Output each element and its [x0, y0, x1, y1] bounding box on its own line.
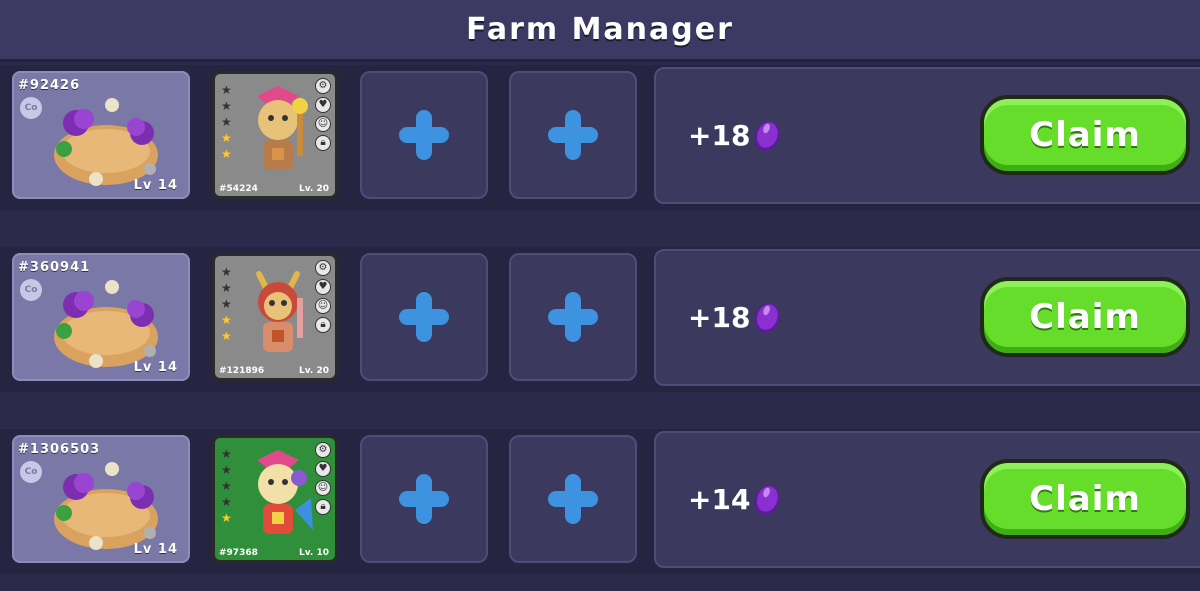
- empty-slot-button[interactable]: [360, 253, 488, 381]
- star-icon: ★: [221, 115, 232, 129]
- land-id: #92426: [18, 78, 81, 93]
- land-id: #1306503: [18, 442, 101, 457]
- settings-icon[interactable]: ⚙: [315, 260, 331, 276]
- settings-icon[interactable]: ⚙: [315, 442, 331, 458]
- pet-card[interactable]: ★ ★ ★ ★ ★ ⚙ ♥ ☺ 🔒︎ #54224 Lv. 20: [212, 71, 338, 199]
- pet-level: Lv. 20: [299, 184, 329, 194]
- claim-button[interactable]: Claim: [980, 277, 1190, 357]
- header-bar: Farm Manager: [0, 0, 1200, 62]
- star-icon: ★: [221, 479, 232, 493]
- star-icon: ★: [221, 297, 232, 311]
- star-icon: ★: [221, 463, 232, 477]
- reward-panel: +14 Claim: [654, 431, 1200, 568]
- purple-gem-icon: [754, 121, 780, 151]
- star-icon: ★: [221, 511, 232, 525]
- land-card[interactable]: #1306503 Co Lv 14: [12, 435, 190, 563]
- heart-icon: ♥: [315, 279, 331, 295]
- land-id: #360941: [18, 260, 91, 275]
- land-level: Lv 14: [133, 360, 178, 375]
- pet-image: [257, 450, 313, 534]
- plus-icon: [548, 292, 598, 342]
- settings-icon[interactable]: ⚙: [315, 78, 331, 94]
- farm-rows: #92426 Co Lv 14 ★ ★ ★ ★ ★ ⚙ ♥ ☺ 🔒︎ #5422…: [0, 65, 1200, 591]
- reward-panel: +18 Claim: [654, 249, 1200, 386]
- reward-panel: +18 Claim: [654, 67, 1200, 204]
- land-card[interactable]: #360941 Co Lv 14: [12, 253, 190, 381]
- reward-amount: +18: [688, 119, 751, 152]
- land-card[interactable]: #92426 Co Lv 14: [12, 71, 190, 199]
- star-icon: ★: [221, 99, 232, 113]
- star-icon: ★: [221, 131, 232, 145]
- star-icon: ★: [221, 265, 232, 279]
- farm-row: #1306503 Co Lv 14 ★ ★ ★ ★ ★ ⚙ ♥ ☺ 🔒︎ #97…: [0, 429, 1200, 574]
- star-icon: ★: [221, 281, 232, 295]
- pet-level: Lv. 10: [299, 548, 329, 558]
- star-icon: ★: [221, 329, 232, 343]
- pet-id: #121896: [219, 366, 265, 376]
- land-type-badge: Co: [20, 279, 42, 301]
- purple-gem-icon: [754, 303, 780, 333]
- plus-icon: [399, 110, 449, 160]
- heart-icon: ♥: [315, 461, 331, 477]
- land-level: Lv 14: [133, 178, 178, 193]
- plus-icon: [548, 110, 598, 160]
- pet-image: [257, 86, 308, 170]
- star-icon: ★: [221, 313, 232, 327]
- star-icon: ★: [221, 147, 232, 161]
- land-level: Lv 14: [133, 542, 178, 557]
- pet-side-icons: ⚙ ♥ ☺ 🔒︎: [315, 260, 331, 333]
- reward-amount: +18: [688, 301, 751, 334]
- purple-gem-icon: [754, 485, 780, 515]
- star-icon: ★: [221, 447, 232, 461]
- farm-row: #92426 Co Lv 14 ★ ★ ★ ★ ★ ⚙ ♥ ☺ 🔒︎ #5422…: [0, 65, 1200, 210]
- pet-card[interactable]: ★ ★ ★ ★ ★ ⚙ ♥ ☺ 🔒︎ #97368 Lv. 10: [212, 435, 338, 563]
- lock-icon: 🔒︎: [315, 499, 331, 515]
- mood-icon: ☺: [315, 480, 331, 496]
- mood-icon: ☺: [315, 298, 331, 314]
- reward-amount: +14: [688, 483, 751, 516]
- empty-slot-button[interactable]: [509, 435, 637, 563]
- pet-side-icons: ⚙ ♥ ☺ 🔒︎: [315, 78, 331, 151]
- land-type-badge: Co: [20, 461, 42, 483]
- star-icon: ★: [221, 83, 232, 97]
- empty-slot-button[interactable]: [509, 71, 637, 199]
- plus-icon: [399, 474, 449, 524]
- pet-stars: ★ ★ ★ ★ ★: [221, 448, 232, 525]
- star-icon: ★: [221, 495, 232, 509]
- pet-stars: ★ ★ ★ ★ ★: [221, 84, 232, 161]
- lock-icon: 🔒︎: [315, 317, 331, 333]
- pet-image: [256, 271, 303, 352]
- pet-level: Lv. 20: [299, 366, 329, 376]
- claim-button[interactable]: Claim: [980, 95, 1190, 175]
- lock-icon: 🔒︎: [315, 135, 331, 151]
- land-type-badge: Co: [20, 97, 42, 119]
- heart-icon: ♥: [315, 97, 331, 113]
- empty-slot-button[interactable]: [360, 71, 488, 199]
- pet-card[interactable]: ★ ★ ★ ★ ★ ⚙ ♥ ☺ 🔒︎ #121896 Lv. 20: [212, 253, 338, 381]
- pet-id: #54224: [219, 184, 258, 194]
- pet-stars: ★ ★ ★ ★ ★: [221, 266, 232, 343]
- farm-row: #360941 Co Lv 14 ★ ★ ★ ★ ★ ⚙ ♥ ☺ 🔒︎ #121…: [0, 247, 1200, 392]
- plus-icon: [548, 474, 598, 524]
- pet-id: #97368: [219, 548, 258, 558]
- empty-slot-button[interactable]: [509, 253, 637, 381]
- pet-side-icons: ⚙ ♥ ☺ 🔒︎: [315, 442, 331, 515]
- claim-button[interactable]: Claim: [980, 459, 1190, 539]
- plus-icon: [399, 292, 449, 342]
- page-title: Farm Manager: [466, 12, 734, 47]
- mood-icon: ☺: [315, 116, 331, 132]
- empty-slot-button[interactable]: [360, 435, 488, 563]
